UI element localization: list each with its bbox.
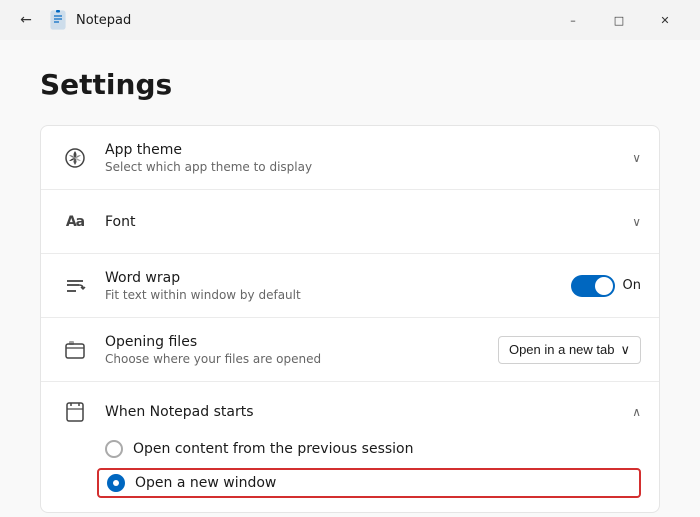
option-new-window-label: Open a new window [135,475,276,491]
font-icon: Aa [59,206,91,238]
font-label: Font [105,214,632,230]
close-button[interactable]: ✕ [642,4,688,36]
font-text: Font [105,214,632,230]
when-starts-options: Open content from the previous session O… [59,440,641,498]
app-icon [48,10,68,30]
settings-list: App theme Select which app theme to disp… [40,125,660,513]
back-button[interactable]: ← [12,6,40,34]
word-wrap-toggle-label: On [623,278,641,293]
option-previous-session-label: Open content from the previous session [133,441,413,457]
app-theme-label: App theme [105,142,632,158]
app-title: Notepad [76,13,550,28]
when-starts-header: When Notepad starts ∧ [59,396,641,428]
opening-files-control[interactable]: Open in a new tab ∨ [498,336,641,364]
app-theme-control[interactable]: ∨ [632,151,641,165]
word-wrap-text: Word wrap Fit text within window by defa… [105,270,571,302]
minimize-button[interactable]: – [550,4,596,36]
minimize-icon: – [570,14,576,27]
when-starts-control[interactable]: ∧ [632,405,641,419]
page-title: Settings [40,68,660,101]
setting-font[interactable]: Aa Font ∨ [41,190,659,254]
app-theme-icon [59,142,91,174]
dropdown-value: Open in a new tab [509,342,615,357]
titlebar: ← Notepad – □ ✕ [0,0,700,40]
when-starts-label: When Notepad starts [105,404,632,420]
setting-opening-files: Opening files Choose where your files ar… [41,318,659,382]
dropdown-chevron: ∨ [620,342,630,358]
radio-previous-session[interactable] [105,440,123,458]
setting-word-wrap: Word wrap Fit text within window by defa… [41,254,659,318]
opening-files-text: Opening files Choose where your files ar… [105,334,498,366]
maximize-button[interactable]: □ [596,4,642,36]
radio-new-window[interactable] [107,474,125,492]
word-wrap-control[interactable]: On [571,275,641,297]
option-new-window[interactable]: Open a new window [97,468,641,498]
settings-content: Settings App theme Select which app them… [0,40,700,517]
font-control[interactable]: ∨ [632,215,641,229]
setting-app-theme[interactable]: App theme Select which app theme to disp… [41,126,659,190]
opening-files-label: Opening files [105,334,498,350]
font-chevron: ∨ [632,215,641,229]
opening-files-dropdown[interactable]: Open in a new tab ∨ [498,336,641,364]
maximize-icon: □ [614,14,624,27]
close-icon: ✕ [660,14,669,27]
when-starts-icon [59,396,91,428]
notepad-icon-svg [48,10,68,30]
opening-files-desc: Choose where your files are opened [105,352,498,366]
app-theme-text: App theme Select which app theme to disp… [105,142,632,174]
setting-when-starts: When Notepad starts ∧ Open content from … [41,382,659,512]
window-controls: – □ ✕ [550,4,688,36]
word-wrap-desc: Fit text within window by default [105,288,571,302]
app-theme-desc: Select which app theme to display [105,160,632,174]
word-wrap-icon [59,270,91,302]
word-wrap-label: Word wrap [105,270,571,286]
when-starts-chevron: ∧ [632,405,641,419]
opening-files-icon [59,334,91,366]
back-icon: ← [20,12,32,28]
option-previous-session[interactable]: Open content from the previous session [105,440,641,458]
app-theme-chevron: ∨ [632,151,641,165]
word-wrap-toggle[interactable] [571,275,615,297]
when-starts-text: When Notepad starts [105,404,632,420]
